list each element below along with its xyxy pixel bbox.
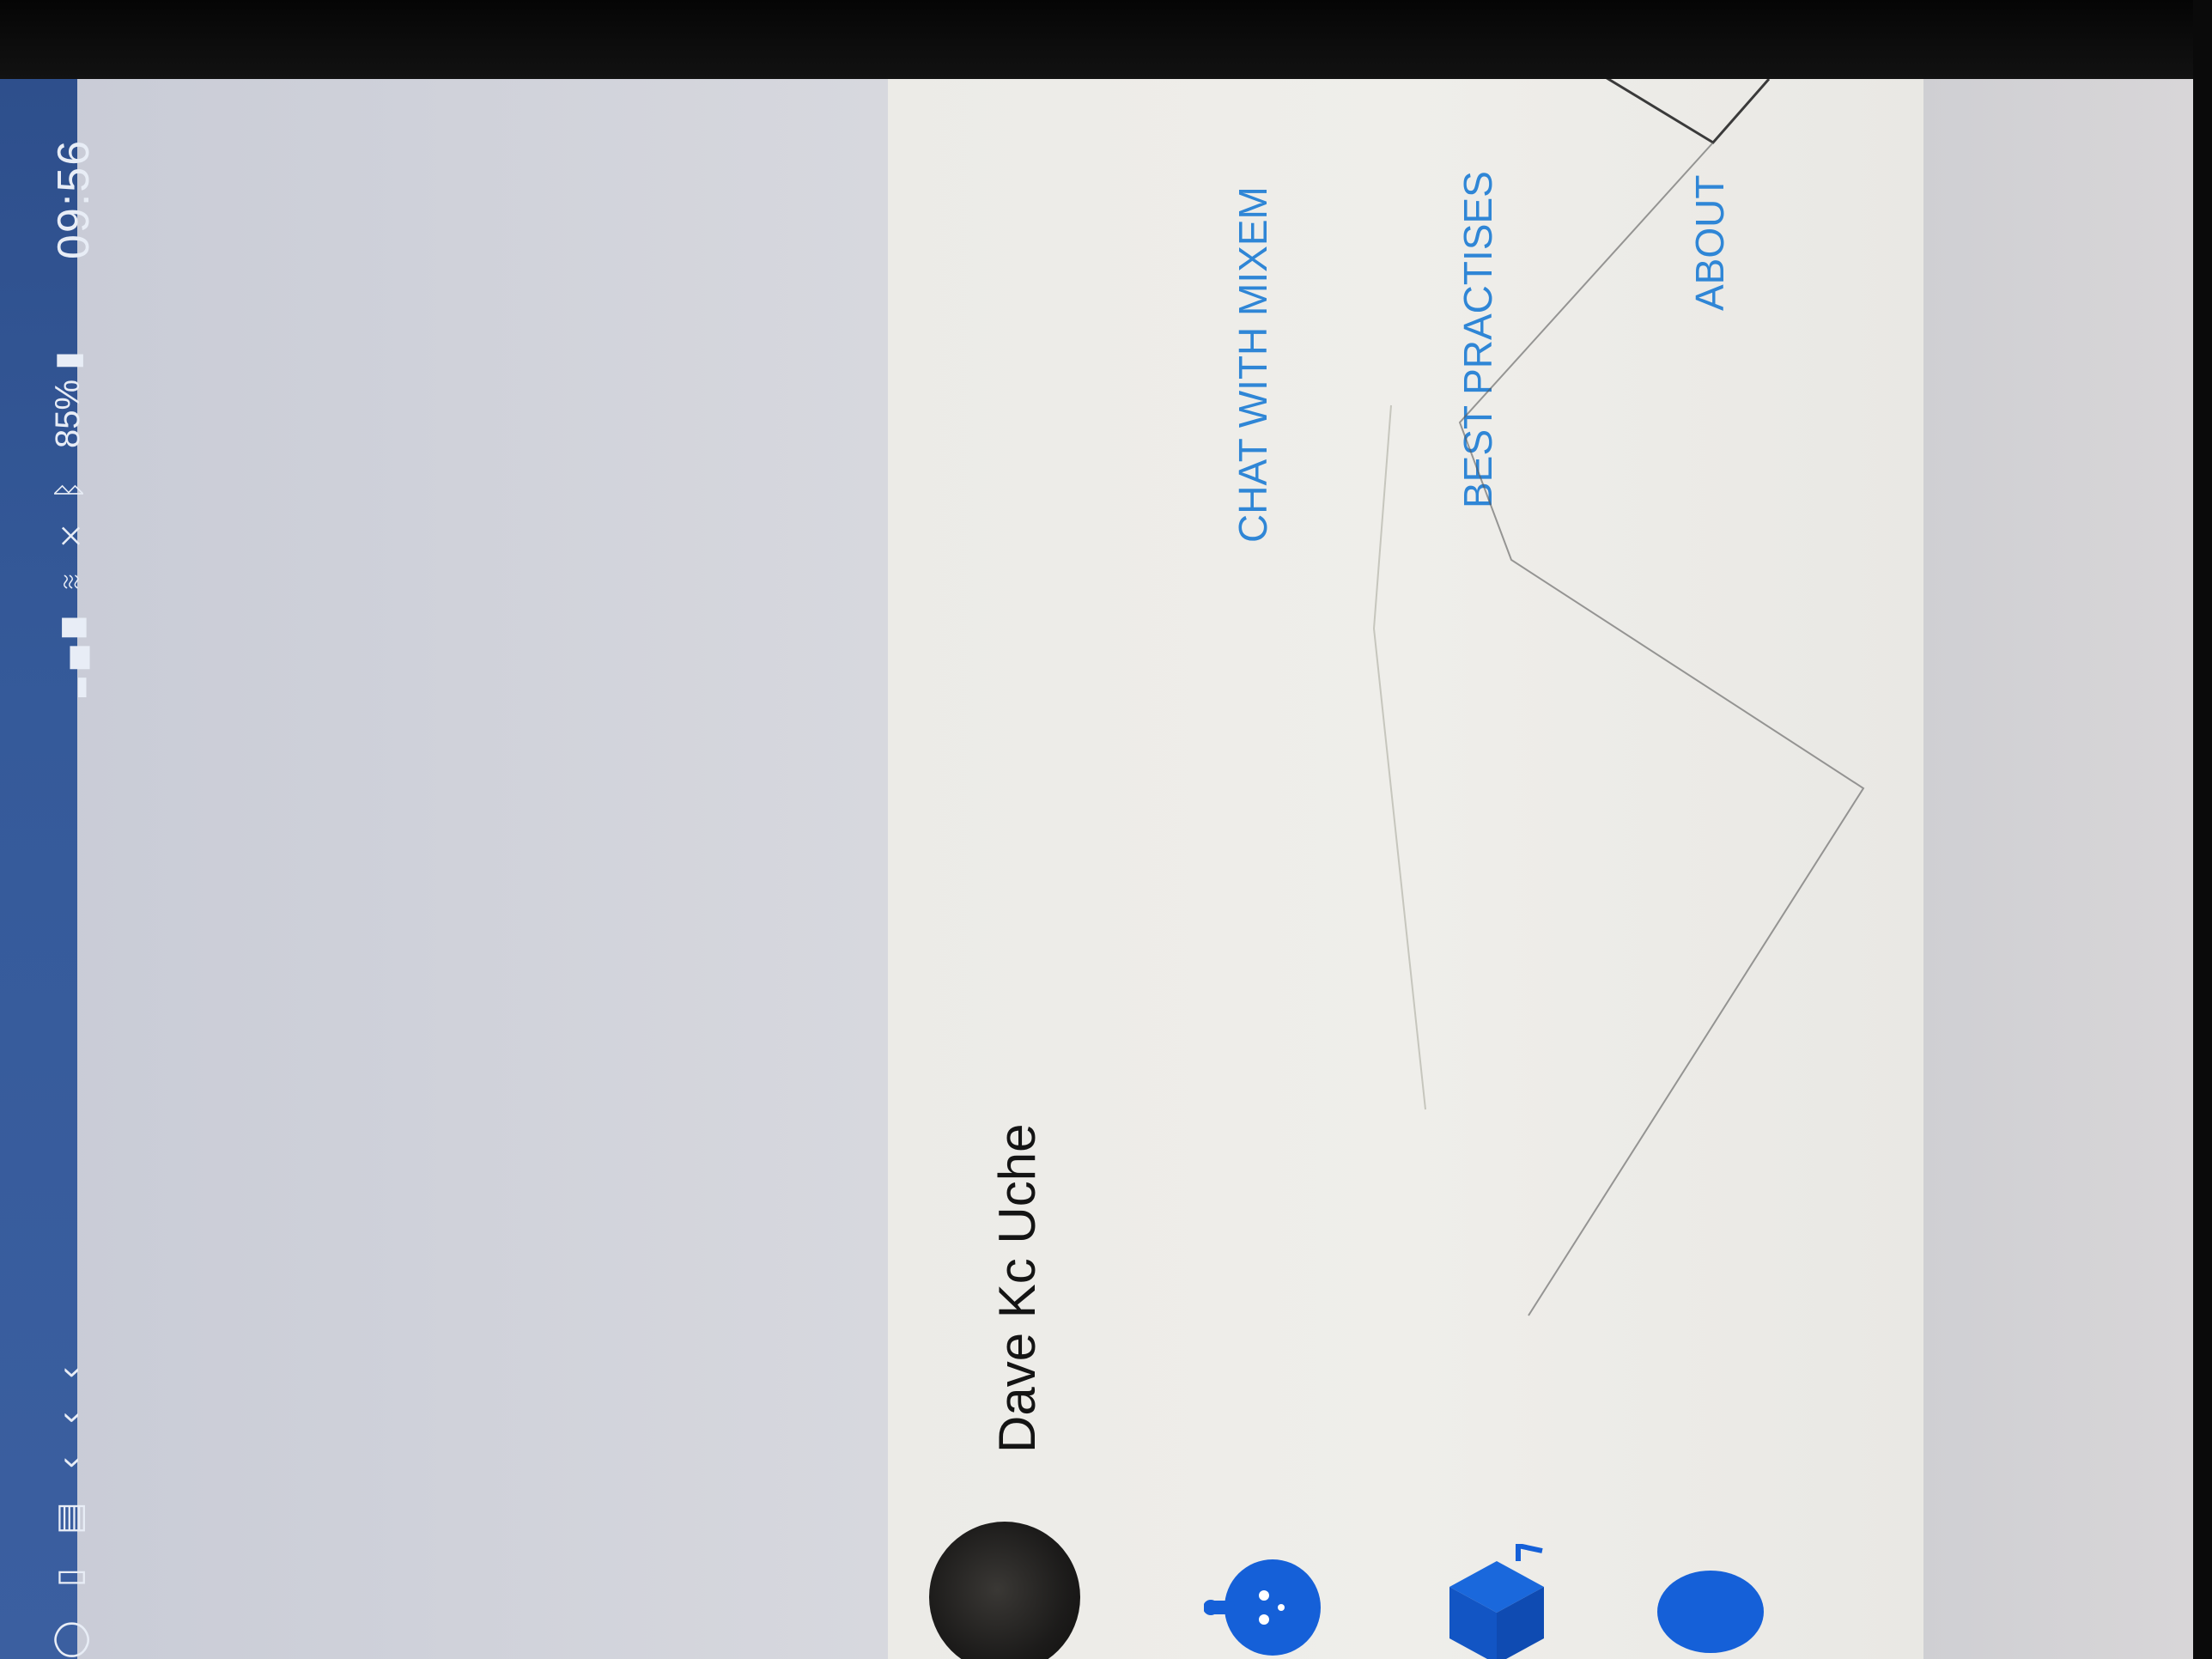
battery-percentage: 85% ▮ bbox=[48, 351, 88, 448]
dimmed-content-area[interactable] bbox=[1923, 79, 2193, 1659]
battery-percentage-text: 85% bbox=[49, 379, 87, 448]
wifi-icon: ≋ bbox=[52, 563, 88, 592]
sd-card-icon: ▯ bbox=[51, 1556, 88, 1588]
profile-name: Dave Kc Uche bbox=[988, 1123, 1046, 1454]
chevron-icon: ‹ bbox=[51, 1400, 88, 1424]
menu-item-chat-label: CHAT WITH MIXEM bbox=[1231, 186, 1275, 543]
sd-card-icon: ▤ bbox=[51, 1490, 88, 1534]
chevron-icon: ‹ bbox=[51, 1354, 88, 1379]
status-bar: 09:56 85% ▮ ▂▄▆ ≋ ✕ ᛒ ◯ ▯ ▤ ‹ ‹ ‹ bbox=[0, 79, 99, 1659]
device-bezel-top bbox=[0, 0, 2212, 79]
mute-icon: ✕ bbox=[52, 517, 88, 546]
notification-icons: ◯ ▯ ▤ ‹ ‹ ‹ bbox=[50, 1355, 89, 1659]
box-icon bbox=[1449, 1544, 1544, 1659]
notification-icon: ◯ bbox=[51, 1608, 88, 1659]
menu-item-best-practises-label: BEST PRACTISES bbox=[1455, 171, 1500, 508]
battery-icon: ▮ bbox=[49, 350, 87, 370]
device-screen: 09:56 85% ▮ ▂▄▆ ≋ ✕ ᛒ ◯ ▯ ▤ ‹ ‹ ‹ Dave K… bbox=[0, 79, 2193, 1659]
device-bezel-right bbox=[2193, 0, 2212, 1659]
status-icons: ▂▄▆ ≋ ✕ ᛒ bbox=[52, 471, 88, 697]
menu-item-about-label: ABOUT bbox=[1687, 174, 1732, 311]
bluetooth-icon: ᛒ bbox=[52, 471, 88, 501]
egg-icon bbox=[1657, 1571, 1764, 1653]
robot-icon bbox=[1204, 1559, 1321, 1656]
signal-icon: ▂▄▆ bbox=[52, 609, 88, 697]
status-time: 09:56 bbox=[49, 138, 99, 259]
chevron-icon: ‹ bbox=[51, 1444, 88, 1469]
